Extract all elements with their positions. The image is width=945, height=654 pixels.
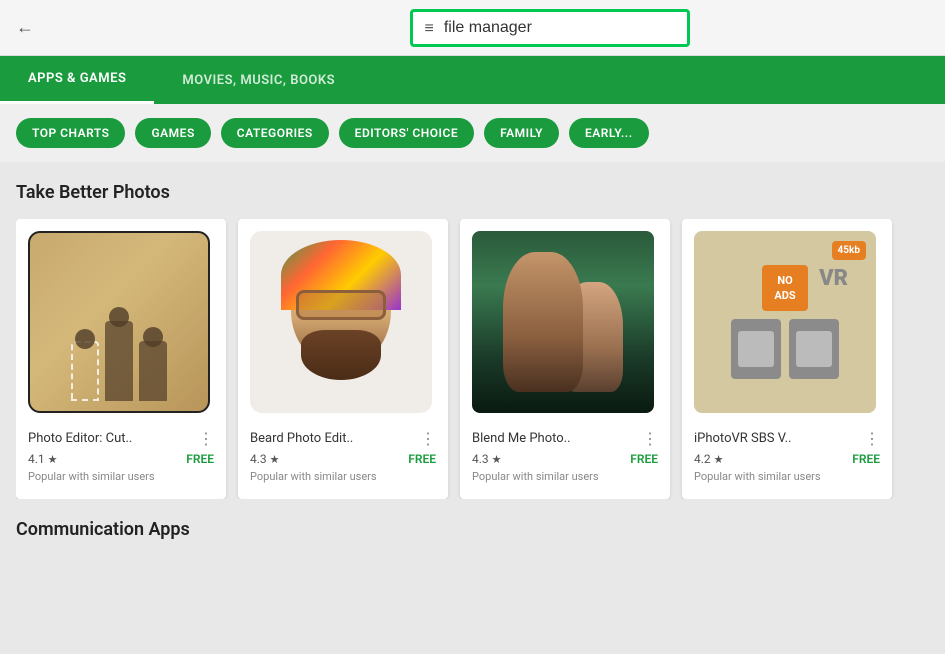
pill-family[interactable]: FAMILY [484, 118, 559, 148]
figure-2 [105, 321, 133, 401]
tab-movies[interactable]: MOVIES, MUSIC, BOOKS [154, 56, 363, 104]
star-icon-2: ★ [270, 453, 280, 466]
rating-photo-editor: 4.1 ★ [28, 452, 58, 466]
app-info-iphoto-vr: iPhotoVR SBS V.. ⋮ 4.2 ★ FREE Popular wi… [694, 425, 880, 487]
price-beard-photo: FREE [408, 452, 436, 466]
app-name-row-2: Beard Photo Edit.. ⋮ [250, 429, 436, 448]
rating-beard-photo: 4.3 ★ [250, 452, 280, 466]
app-card-blend-me: Blend Me Photo.. ⋮ 4.3 ★ FREE Popular wi… [460, 219, 670, 499]
popular-iphoto-vr: Popular with similar users [694, 470, 880, 483]
app-rating-row-3: 4.3 ★ FREE [472, 452, 658, 466]
nav-bar: APPS & GAMES MOVIES, MUSIC, BOOKS [0, 56, 945, 104]
beard-glasses [296, 290, 386, 320]
main-content: Take Better Photos Photo Editor: Cut.. ⋮… [0, 162, 945, 560]
popular-blend-me: Popular with similar users [472, 470, 658, 483]
popular-photo-editor: Popular with similar users [28, 470, 214, 483]
app-name-row-1: Photo Editor: Cut.. ⋮ [28, 429, 214, 448]
figure-1 [71, 341, 99, 401]
star-icon-3: ★ [492, 453, 502, 466]
thumbnail-figures [71, 321, 167, 411]
app-card-iphoto-vr: 45kb NOADS VR iPhotoVR SBS V.. ⋮ [682, 219, 892, 499]
pill-editors-choice[interactable]: EDITORS' CHOICE [339, 118, 474, 148]
app-name-row-4: iPhotoVR SBS V.. ⋮ [694, 429, 880, 448]
more-icon-1[interactable]: ⋮ [198, 429, 214, 448]
vr-size-badge: 45kb [832, 241, 866, 260]
app-name-photo-editor: Photo Editor: Cut.. [28, 431, 132, 446]
price-blend-me: FREE [630, 452, 658, 466]
no-ads-badge: NOADS [762, 265, 807, 312]
app-name-blend-me: Blend Me Photo.. [472, 431, 571, 446]
pill-top-charts[interactable]: TOP CHARTS [16, 118, 125, 148]
app-thumbnail-photo-editor [28, 231, 210, 413]
more-icon-2[interactable]: ⋮ [420, 429, 436, 448]
app-name-beard-photo: Beard Photo Edit.. [250, 431, 353, 446]
blend-figures [503, 252, 623, 392]
price-iphoto-vr: FREE [852, 452, 880, 466]
star-icon-1: ★ [48, 453, 58, 466]
pills-bar: TOP CHARTS GAMES CATEGORIES EDITORS' CHO… [0, 104, 945, 162]
app-info-photo-editor: Photo Editor: Cut.. ⋮ 4.1 ★ FREE Popular… [28, 425, 214, 487]
vr-card-right [789, 319, 839, 379]
blend-person-1 [503, 252, 583, 392]
app-rating-row-2: 4.3 ★ FREE [250, 452, 436, 466]
vr-card-inner-right [796, 331, 832, 367]
pill-early-access[interactable]: EARLY... [569, 118, 649, 148]
hamburger-icon[interactable]: ≡ [425, 18, 434, 38]
vr-cards [731, 319, 839, 379]
app-cards-row: Photo Editor: Cut.. ⋮ 4.1 ★ FREE Popular… [16, 219, 929, 499]
app-info-blend-me: Blend Me Photo.. ⋮ 4.3 ★ FREE Popular wi… [472, 425, 658, 487]
rating-iphoto-vr: 4.2 ★ [694, 452, 724, 466]
pill-categories[interactable]: CATEGORIES [221, 118, 329, 148]
search-input[interactable] [444, 19, 675, 37]
app-thumbnail-blend-me [472, 231, 654, 413]
vr-card-left [731, 319, 781, 379]
vr-card-inner-left [738, 331, 774, 367]
more-icon-4[interactable]: ⋮ [864, 429, 880, 448]
app-card-beard-photo: Beard Photo Edit.. ⋮ 4.3 ★ FREE Popular … [238, 219, 448, 499]
section-title-communication: Communication Apps [16, 519, 929, 540]
app-card-photo-editor: Photo Editor: Cut.. ⋮ 4.1 ★ FREE Popular… [16, 219, 226, 499]
figure-3 [139, 341, 167, 401]
rating-blend-me: 4.3 ★ [472, 452, 502, 466]
beard-head [291, 245, 391, 365]
top-bar: ← ≡ [0, 0, 945, 56]
app-thumbnail-beard-photo [250, 231, 432, 413]
app-name-iphoto-vr: iPhotoVR SBS V.. [694, 431, 791, 446]
back-button[interactable]: ← [16, 17, 34, 38]
vr-text-label: VR [819, 266, 848, 291]
beard-beard [301, 330, 381, 380]
star-icon-4: ★ [714, 453, 724, 466]
more-icon-3[interactable]: ⋮ [642, 429, 658, 448]
app-name-row-3: Blend Me Photo.. ⋮ [472, 429, 658, 448]
beard-face [276, 245, 406, 400]
section-title-photos: Take Better Photos [16, 182, 929, 203]
app-thumbnail-iphoto-vr: 45kb NOADS VR [694, 231, 876, 413]
app-info-beard-photo: Beard Photo Edit.. ⋮ 4.3 ★ FREE Popular … [250, 425, 436, 487]
app-rating-row-4: 4.2 ★ FREE [694, 452, 880, 466]
price-photo-editor: FREE [186, 452, 214, 466]
app-rating-row-1: 4.1 ★ FREE [28, 452, 214, 466]
pill-games[interactable]: GAMES [135, 118, 210, 148]
popular-beard-photo: Popular with similar users [250, 470, 436, 483]
search-box: ≡ [410, 9, 690, 47]
tab-apps-games[interactable]: APPS & GAMES [0, 56, 154, 104]
